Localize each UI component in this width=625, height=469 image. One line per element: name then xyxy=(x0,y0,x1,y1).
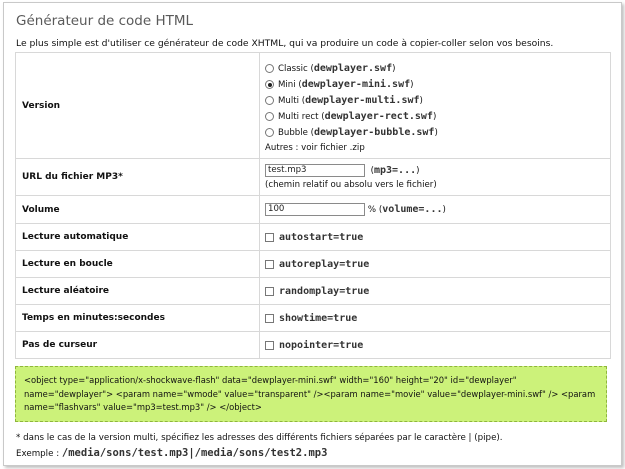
page-title: Générateur de code HTML xyxy=(16,13,194,29)
option-file: dewplayer-bubble.swf xyxy=(314,127,435,138)
showtime-label: Temps en minutes:secondes xyxy=(15,304,260,332)
radio-multi-rect[interactable] xyxy=(265,112,274,121)
url-row: URL du fichier MP3* test.mp3 (mp3=...) (… xyxy=(15,158,611,196)
option-file: dewplayer-mini.swf xyxy=(301,79,411,90)
multi-version-note: * dans le cas de la version multi, spéci… xyxy=(16,433,503,443)
randomplay-param: randomplay=true xyxy=(279,285,370,297)
mp3-url-input[interactable]: test.mp3 xyxy=(265,164,365,177)
radio-mini[interactable] xyxy=(265,80,274,89)
version-option-bubble[interactable]: Bubble (dewplayer-bubble.swf) xyxy=(265,125,610,141)
nopointer-row: Pas de curseur nopointer=true xyxy=(15,331,611,359)
version-option-multi-rect[interactable]: Multi rect (dewplayer-rect.swf) xyxy=(265,109,610,125)
autostart-checkbox[interactable] xyxy=(265,232,274,242)
volume-input[interactable]: 100 xyxy=(265,203,365,216)
volume-param: volume=... xyxy=(382,204,443,215)
showtime-param: showtime=true xyxy=(279,312,358,324)
option-file: dewplayer-rect.swf xyxy=(324,111,433,122)
example-label: Exemple : xyxy=(16,449,60,459)
autoreplay-label: Lecture en boucle xyxy=(15,250,260,278)
volume-unit: % xyxy=(367,205,377,215)
example-value: /media/sons/test.mp3|/media/sons/test2.m… xyxy=(61,447,328,459)
randomplay-row: Lecture aléatoire randomplay=true xyxy=(15,277,611,305)
option-name: Multi xyxy=(278,95,300,106)
url-param: mp3=... xyxy=(373,165,417,176)
radio-multi[interactable] xyxy=(265,96,274,105)
nopointer-label: Pas de curseur xyxy=(15,331,260,359)
showtime-checkbox[interactable] xyxy=(265,313,274,323)
version-row: Version Classic (dewplayer.swf) Mini (de… xyxy=(15,52,611,159)
radio-classic[interactable] xyxy=(265,64,274,73)
volume-row: Volume 100 % (volume=...) xyxy=(15,195,611,224)
version-option-classic[interactable]: Classic (dewplayer.swf) xyxy=(265,61,610,77)
version-option-mini[interactable]: Mini (dewplayer-mini.swf) xyxy=(265,77,610,93)
url-hint: (chemin relatif ou absolu vers le fichie… xyxy=(265,180,437,190)
option-name: Classic xyxy=(278,63,308,74)
generated-code-box[interactable]: <object type="application/x-shockwave-fl… xyxy=(15,366,607,422)
url-label: URL du fichier MP3* xyxy=(15,158,260,196)
autostart-label: Lecture automatique xyxy=(15,223,260,251)
volume-label: Volume xyxy=(15,195,260,224)
example-line: Exemple : /media/sons/test.mp3|/media/so… xyxy=(16,447,327,459)
autostart-row: Lecture automatique autostart=true xyxy=(15,223,611,251)
nopointer-checkbox[interactable] xyxy=(265,340,274,350)
option-name: Bubble xyxy=(278,127,308,138)
nopointer-param: nopointer=true xyxy=(279,339,364,351)
radio-bubble[interactable] xyxy=(265,128,274,137)
option-file: dewplayer.swf xyxy=(313,63,393,74)
version-label: Version xyxy=(15,52,260,159)
autoreplay-checkbox[interactable] xyxy=(265,259,274,269)
version-options: Classic (dewplayer.swf) Mini (dewplayer-… xyxy=(259,52,611,159)
intro-text: Le plus simple est d'utiliser ce générat… xyxy=(16,38,554,49)
option-name: Multi rect xyxy=(278,111,319,122)
showtime-row: Temps en minutes:secondes showtime=true xyxy=(15,304,611,332)
version-option-multi[interactable]: Multi (dewplayer-multi.swf) xyxy=(265,93,610,109)
option-name: Mini xyxy=(278,79,296,90)
autoreplay-row: Lecture en boucle autoreplay=true xyxy=(15,250,611,278)
generator-form: Version Classic (dewplayer.swf) Mini (de… xyxy=(15,52,611,359)
autostart-param: autostart=true xyxy=(279,231,364,243)
randomplay-label: Lecture aléatoire xyxy=(15,277,260,305)
autoreplay-param: autoreplay=true xyxy=(279,258,370,270)
option-file: dewplayer-multi.swf xyxy=(305,95,420,106)
other-versions-note: Autres : voir fichier .zip xyxy=(265,142,365,153)
randomplay-checkbox[interactable] xyxy=(265,286,274,296)
window-frame: Générateur de code HTML Le plus simple e… xyxy=(3,2,622,466)
